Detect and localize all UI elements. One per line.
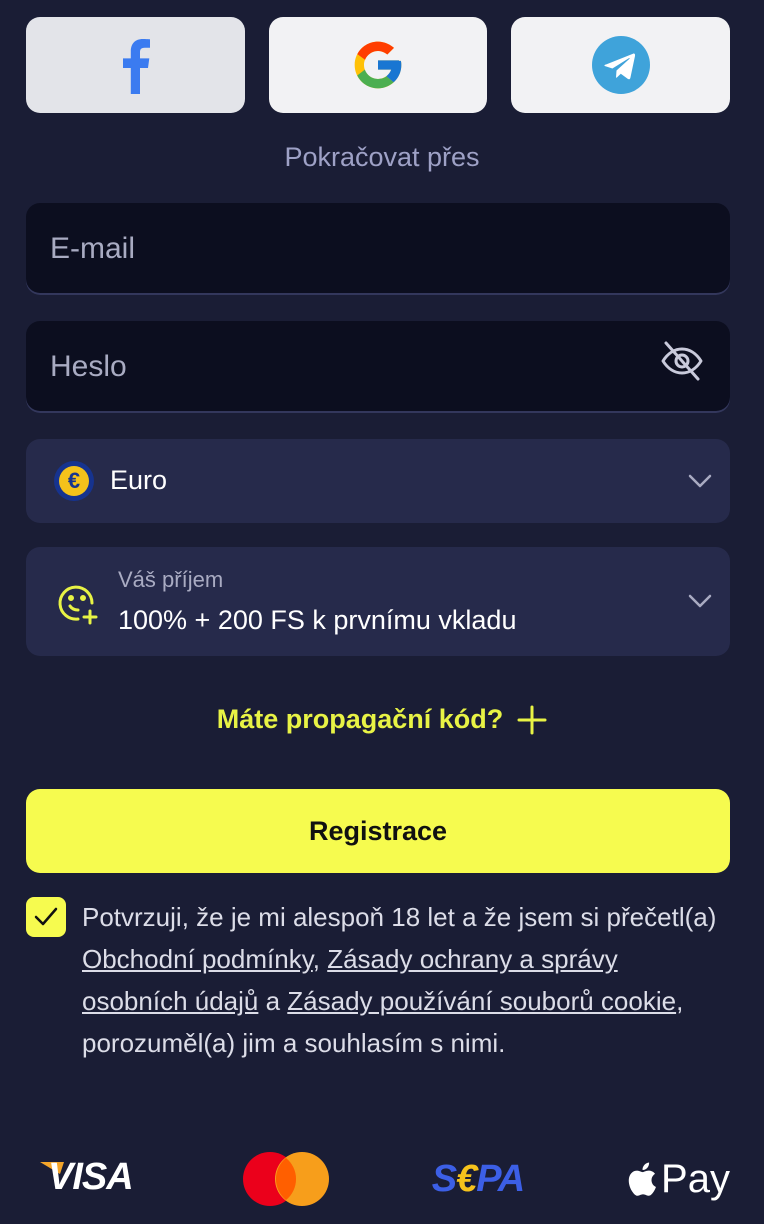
- payment-methods: VISA S€PA Pay: [40, 1150, 730, 1208]
- smiley-plus-icon: [58, 585, 98, 625]
- chevron-down-icon: [688, 474, 712, 488]
- plus-icon: [517, 705, 547, 734]
- chevron-down-icon: [688, 594, 712, 608]
- password-input[interactable]: [26, 349, 652, 385]
- promo-code-toggle[interactable]: Máte propagační kód?: [0, 704, 764, 735]
- euro-currency-icon: €: [54, 461, 94, 501]
- bonus-value: 100% + 200 FS k prvnímu vkladu: [118, 605, 517, 635]
- terms-separator: a: [258, 986, 288, 1016]
- email-field[interactable]: [26, 203, 730, 295]
- eye-off-icon[interactable]: [660, 339, 704, 383]
- checkmark-icon: [34, 907, 58, 926]
- mastercard-logo: [242, 1152, 329, 1206]
- sepa-euro: €: [456, 1157, 477, 1200]
- cookie-policy-link[interactable]: Zásady používání souborů cookie: [287, 986, 676, 1016]
- currency-select[interactable]: € Euro: [26, 439, 730, 523]
- sepa-logo: S€PA: [431, 1157, 525, 1201]
- apple-icon: [628, 1162, 657, 1196]
- email-input[interactable]: [26, 231, 652, 267]
- visa-text: VISA: [48, 1156, 134, 1198]
- bonus-select[interactable]: Váš příjem 100% + 200 FS k prvnímu vklad…: [26, 547, 730, 656]
- terms-text-before: Potvrzuji, že je mi alespoň 18 let a že …: [82, 902, 717, 932]
- continue-with-label: Pokračovat přes: [284, 142, 480, 172]
- promo-code-label: Máte propagační kód?: [216, 704, 504, 734]
- bonus-caption: Váš příjem: [118, 567, 224, 592]
- sepa-s: S: [431, 1157, 457, 1200]
- facebook-login-button[interactable]: [26, 17, 245, 113]
- terms-separator: ,: [312, 944, 328, 974]
- euro-symbol: €: [59, 466, 89, 496]
- terms-link[interactable]: Obchodní podmínky: [82, 944, 313, 974]
- terms-text: Potvrzuji, že je mi alespoň 18 let a že …: [82, 896, 722, 1064]
- terms-checkbox[interactable]: [26, 897, 66, 937]
- google-login-button[interactable]: [268, 17, 488, 113]
- apple-pay-logo: Pay: [627, 1157, 730, 1202]
- social-login-row: [26, 17, 731, 113]
- google-icon: [354, 41, 402, 89]
- facebook-icon: [123, 39, 151, 94]
- visa-logo: VISA: [40, 1156, 140, 1202]
- telegram-icon: [591, 36, 650, 94]
- currency-label: Euro: [110, 465, 168, 495]
- password-field[interactable]: [26, 321, 730, 413]
- telegram-login-button[interactable]: [511, 17, 731, 113]
- apple-pay-text: Pay: [661, 1156, 730, 1201]
- sepa-pa: PA: [476, 1157, 525, 1200]
- register-button[interactable]: Registrace: [26, 789, 730, 873]
